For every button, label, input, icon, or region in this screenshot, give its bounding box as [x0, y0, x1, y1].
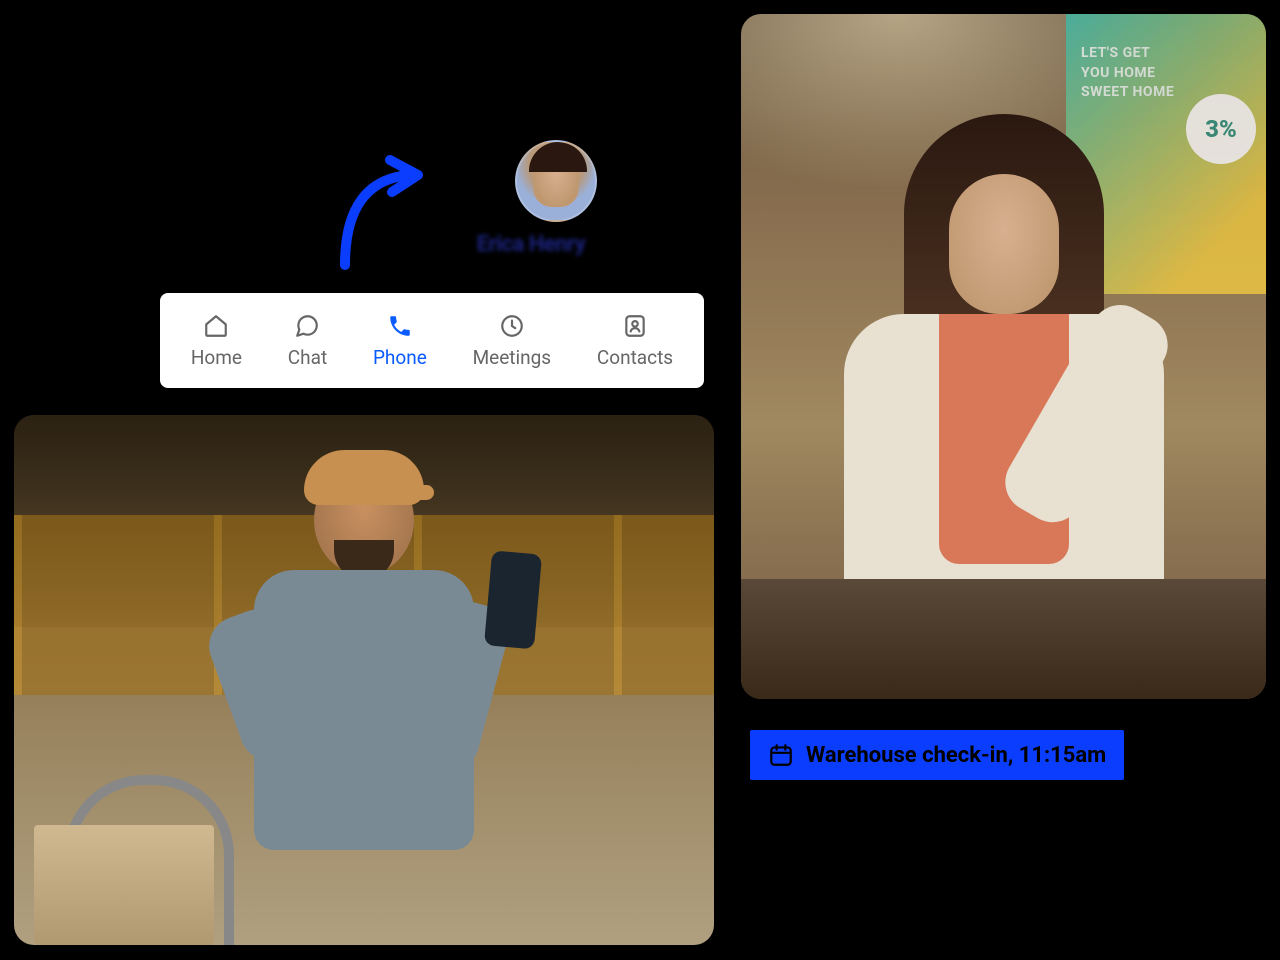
poster-line: SWEET HOME: [1081, 83, 1174, 103]
phone-icon: [386, 312, 414, 340]
contact-name: Erica Henry: [477, 232, 586, 257]
warehouse-photo-panel: [14, 415, 714, 945]
contact-avatar[interactable]: [515, 140, 597, 222]
nav-label: Contacts: [597, 346, 673, 369]
warehouse-worker-figure: [224, 465, 504, 935]
chat-icon: [293, 312, 321, 340]
desk-surface: [741, 579, 1266, 699]
warehouse-scene: [14, 415, 714, 945]
nav-phone[interactable]: Phone: [367, 304, 433, 377]
office-scene: LET'S GET YOU HOME SWEET HOME 3%: [741, 14, 1266, 699]
app-nav-bar: Home Chat Phone Meetings: [160, 293, 704, 388]
nav-label: Phone: [373, 346, 427, 369]
event-label: Warehouse check-in, 11:15am: [806, 743, 1106, 768]
poster-line: LET'S GET: [1081, 44, 1174, 64]
nav-label: Chat: [288, 346, 327, 369]
phone-device: [484, 550, 542, 649]
home-icon: [202, 312, 230, 340]
clock-icon: [498, 312, 526, 340]
calendar-event-chip[interactable]: Warehouse check-in, 11:15am: [750, 730, 1124, 780]
poster-badge: 3%: [1186, 94, 1256, 164]
nav-meetings[interactable]: Meetings: [467, 304, 558, 377]
calendar-icon: [768, 742, 794, 768]
office-photo-panel: LET'S GET YOU HOME SWEET HOME 3%: [741, 14, 1266, 699]
poster-line: YOU HOME: [1081, 64, 1174, 84]
boxes-stack: [34, 825, 214, 945]
arrow-icon: [330, 150, 450, 270]
nav-label: Meetings: [473, 346, 552, 369]
nav-chat[interactable]: Chat: [282, 304, 333, 377]
contact-callout: Erica Henry: [415, 140, 597, 257]
nav-home[interactable]: Home: [185, 304, 248, 377]
nav-contacts[interactable]: Contacts: [591, 304, 679, 377]
nav-label: Home: [191, 346, 242, 369]
contacts-icon: [621, 312, 649, 340]
